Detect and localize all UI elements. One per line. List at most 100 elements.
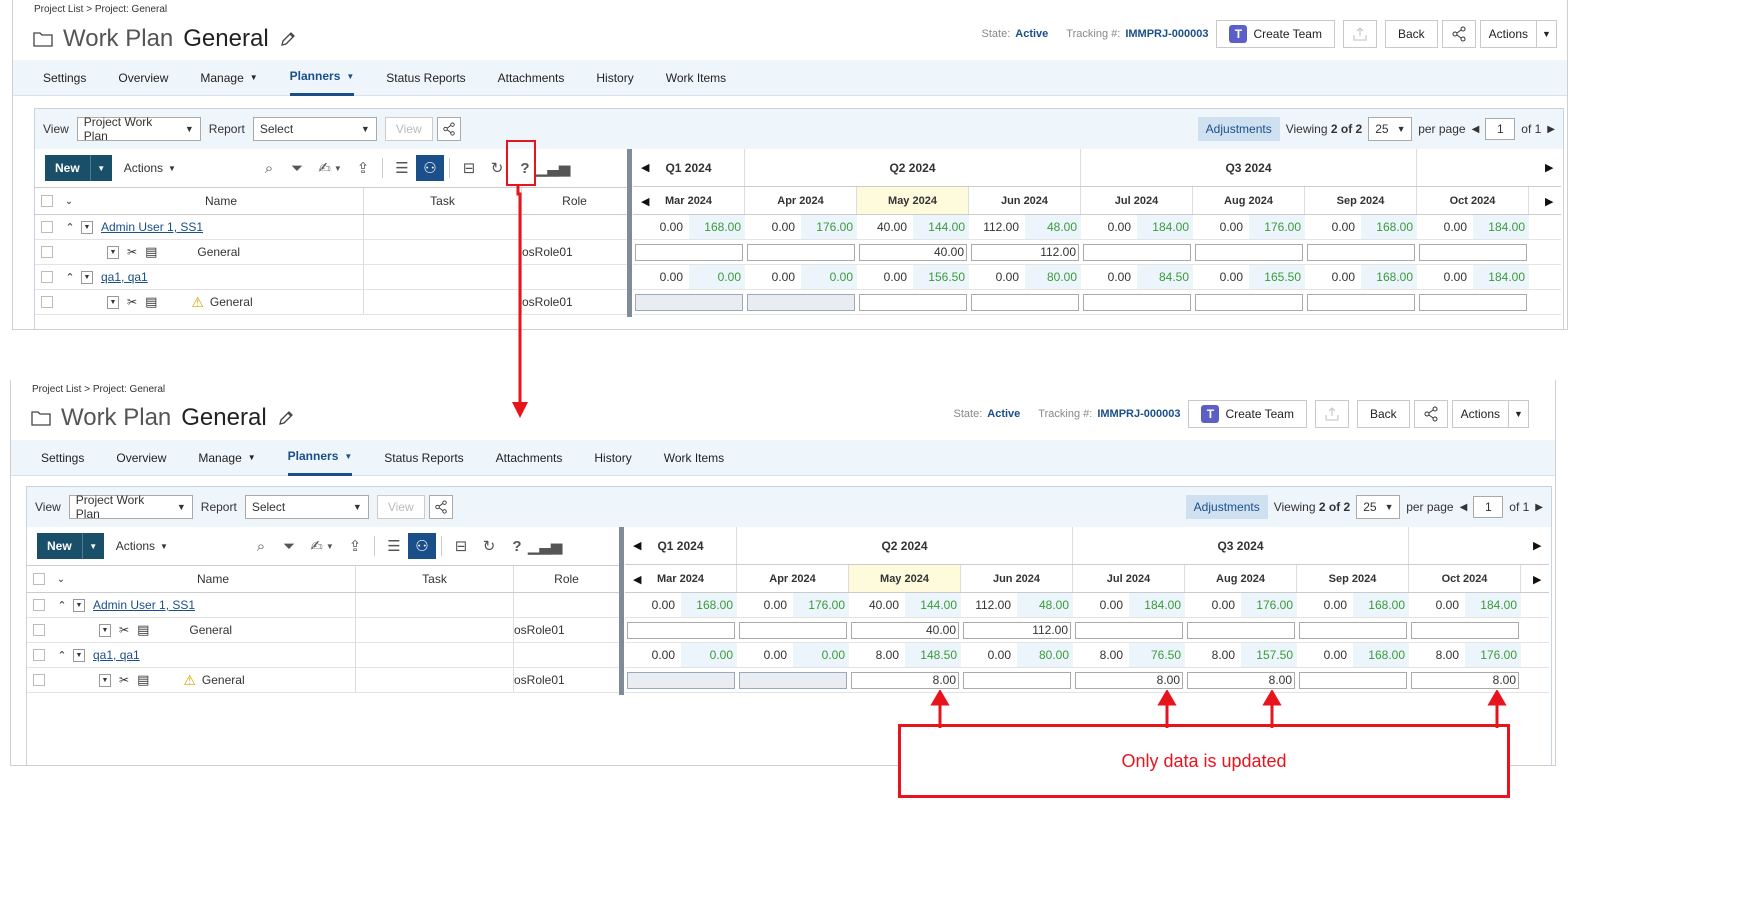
new-button[interactable]: New ▼: [37, 533, 104, 559]
notes-icon[interactable]: ▤: [137, 672, 149, 688]
create-team-button[interactable]: T Create Team: [1188, 400, 1307, 428]
month-next-icon[interactable]: ▶: [1533, 573, 1541, 586]
view-select[interactable]: Project Work Plan ▼: [76, 115, 201, 143]
hours-input[interactable]: [739, 671, 847, 689]
tab-overview[interactable]: Overview: [116, 440, 166, 476]
row-checkbox-cell[interactable]: [27, 649, 51, 661]
hours-input[interactable]: [1187, 621, 1295, 639]
chart-icon[interactable]: ▁▃▅: [528, 533, 563, 559]
hours-input[interactable]: 8.00: [1411, 671, 1519, 689]
resource-row[interactable]: ⌃ ▼ qa1, qa1: [35, 265, 627, 290]
view-select[interactable]: Project Work Plan ▼: [68, 493, 193, 521]
next-page-icon[interactable]: ▶: [1547, 124, 1555, 135]
create-team-button[interactable]: T Create Team: [1216, 20, 1335, 48]
hours-input[interactable]: [635, 243, 743, 261]
hours-input[interactable]: 40.00: [859, 243, 967, 261]
row-checkbox-cell[interactable]: [35, 246, 59, 258]
back-button[interactable]: Back: [1384, 20, 1438, 48]
notes-icon[interactable]: ▤: [145, 294, 157, 310]
row-checkbox[interactable]: [33, 624, 45, 636]
row-checkbox[interactable]: [33, 674, 45, 686]
resource-view-icon[interactable]: ⚇: [408, 533, 436, 559]
chart-icon[interactable]: ▁▃▅: [536, 155, 571, 181]
notes-icon[interactable]: ▤: [137, 622, 149, 638]
hours-input[interactable]: [739, 621, 847, 639]
resource-row[interactable]: ⌃ ▼ qa1, qa1: [27, 643, 619, 668]
grid-actions-menu[interactable]: Actions ▼: [116, 539, 168, 553]
gantt-icon[interactable]: ⊟: [447, 533, 475, 559]
share-button[interactable]: [1413, 400, 1448, 428]
hours-input[interactable]: [627, 621, 735, 639]
tab-manage[interactable]: Manage ▼: [198, 440, 255, 476]
collapse-icon[interactable]: ⌃: [51, 649, 73, 662]
row-checkbox-cell[interactable]: [35, 271, 59, 283]
back-button[interactable]: Back: [1356, 400, 1410, 428]
row-checkbox[interactable]: [41, 296, 53, 308]
prev-page-icon[interactable]: ◀: [1472, 124, 1480, 135]
hours-input[interactable]: [635, 293, 743, 311]
share-button[interactable]: [1441, 20, 1476, 48]
report-select[interactable]: Select ▼: [244, 495, 369, 519]
tab-planners[interactable]: Planners ▼: [287, 440, 353, 476]
list-view-icon[interactable]: ☰: [380, 533, 408, 559]
filter-icon[interactable]: ⏷: [283, 155, 311, 181]
row-menu-icon[interactable]: ▼: [81, 270, 93, 284]
collapse-icon[interactable]: ⌃: [59, 221, 81, 234]
expand-all-toggle[interactable]: ⌄: [51, 566, 71, 592]
month-prev-icon[interactable]: ◀: [633, 573, 641, 586]
tab-work-items[interactable]: Work Items: [666, 60, 726, 96]
tab-attachments[interactable]: Attachments: [496, 440, 563, 476]
hours-input[interactable]: [1195, 293, 1303, 311]
page-input[interactable]: 1: [1473, 496, 1504, 518]
chevron-down-icon[interactable]: ▼: [1536, 21, 1556, 47]
tab-status-reports[interactable]: Status Reports: [386, 60, 465, 96]
row-checkbox-cell[interactable]: [35, 296, 59, 308]
row-checkbox-cell[interactable]: [27, 624, 51, 636]
row-checkbox[interactable]: [41, 271, 53, 283]
hours-input[interactable]: 112.00: [963, 621, 1071, 639]
tab-overview[interactable]: Overview: [118, 60, 168, 96]
checkbox[interactable]: [41, 195, 53, 207]
quarter-next-icon[interactable]: ▶: [1533, 539, 1541, 552]
adjustments-button[interactable]: Adjustments: [1185, 495, 1268, 519]
quarter-prev-icon[interactable]: ◀: [641, 161, 649, 174]
assign-icon[interactable]: ✍ ▼: [303, 533, 341, 559]
hours-input[interactable]: [859, 293, 967, 311]
resource-link[interactable]: Admin User 1, SS1: [93, 598, 195, 612]
breadcrumb[interactable]: Project List > Project: General: [32, 384, 165, 395]
hours-input[interactable]: 8.00: [1075, 671, 1183, 689]
export-button[interactable]: [1314, 400, 1349, 428]
hours-input[interactable]: 8.00: [851, 671, 959, 689]
next-page-icon[interactable]: ▶: [1535, 502, 1543, 513]
resource-link[interactable]: qa1, qa1: [93, 648, 140, 662]
expand-all-toggle[interactable]: ⌄: [59, 188, 79, 214]
hours-input[interactable]: 8.00: [1187, 671, 1295, 689]
wrench-icon[interactable]: ✂: [127, 245, 137, 259]
report-select[interactable]: Select ▼: [252, 117, 377, 141]
row-menu-icon[interactable]: ▼: [81, 220, 93, 234]
assign-icon[interactable]: ✍ ▼: [311, 155, 349, 181]
share-view-button[interactable]: [428, 495, 453, 519]
hours-input[interactable]: [627, 671, 735, 689]
row-checkbox[interactable]: [41, 221, 53, 233]
wrench-icon[interactable]: ✂: [119, 623, 129, 637]
hours-input[interactable]: 112.00: [971, 243, 1079, 261]
hours-input[interactable]: [1419, 243, 1527, 261]
row-checkbox[interactable]: [33, 649, 45, 661]
hours-input[interactable]: [747, 293, 855, 311]
adjustments-button[interactable]: Adjustments: [1197, 117, 1280, 141]
tab-manage[interactable]: Manage ▼: [200, 60, 257, 96]
hours-input[interactable]: [1195, 243, 1303, 261]
tab-attachments[interactable]: Attachments: [498, 60, 565, 96]
col-role[interactable]: Role: [522, 188, 627, 214]
filter-icon[interactable]: ⏷: [275, 533, 303, 559]
resource-view-icon[interactable]: ⚇: [416, 155, 444, 181]
hours-input[interactable]: [1083, 243, 1191, 261]
select-all-checkbox[interactable]: [27, 566, 51, 592]
grid-actions-menu[interactable]: Actions ▼: [124, 161, 176, 175]
chevron-down-icon[interactable]: ⌄: [57, 574, 65, 585]
hours-input[interactable]: [1299, 671, 1407, 689]
caret-down-icon[interactable]: ▼: [81, 533, 104, 559]
page-input[interactable]: 1: [1485, 118, 1516, 140]
row-menu-icon[interactable]: ▼: [107, 245, 119, 259]
